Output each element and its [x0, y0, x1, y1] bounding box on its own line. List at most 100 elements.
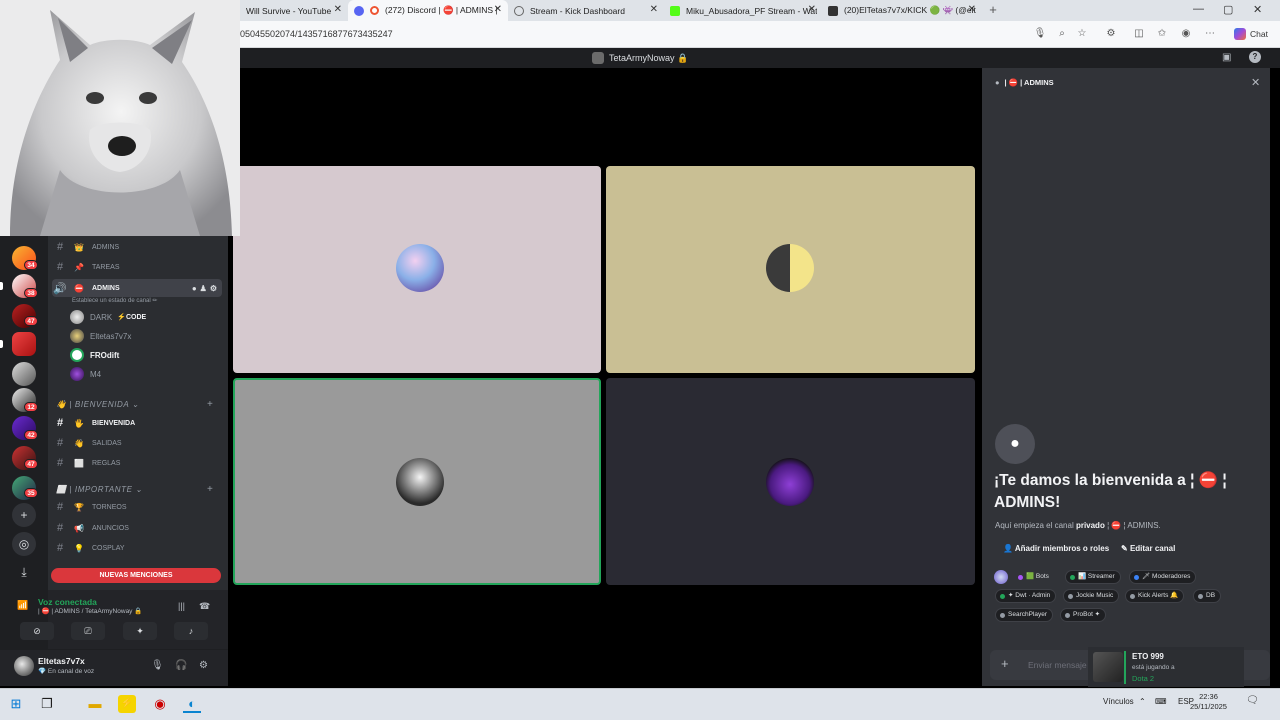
category-bienvenida[interactable]: 👋 | BIENVENIDA ⌄	[56, 400, 139, 409]
role-chip[interactable]: 🟩 Bots	[1014, 570, 1054, 584]
user-name[interactable]: Eltetas7v7x	[38, 656, 85, 666]
soundboard-button[interactable]: ♪	[174, 622, 208, 640]
channel-bienvenida[interactable]: # 🖐 BIENVENIDA	[52, 414, 222, 432]
channel-name: TAREAS	[92, 263, 120, 271]
zoom-icon[interactable]: ⌕	[1055, 27, 1069, 41]
signal-icon[interactable]: 📶	[17, 600, 28, 611]
settings-gear-icon[interactable]: ⚙	[210, 284, 217, 293]
role-color-dot	[1070, 574, 1075, 580]
links-toolbar[interactable]: Vínculos	[1103, 697, 1134, 706]
close-tab-icon[interactable]: ✕	[968, 4, 976, 15]
close-tab-icon[interactable]: ✕	[494, 4, 502, 15]
video-tile[interactable]	[606, 378, 975, 585]
tab-kick-dashboard[interactable]: Stream - Kick Dashboard ✕	[508, 0, 664, 21]
voice-connected-title[interactable]: Voz conectada	[38, 597, 97, 607]
add-server-icon[interactable]: +	[12, 503, 36, 527]
server-icon[interactable]	[12, 362, 36, 386]
keyboard-icon[interactable]: ⌨	[1155, 697, 1167, 706]
download-icon[interactable]: ⤓	[12, 560, 36, 584]
tab-label: Will Survive - YouTube	[246, 5, 332, 16]
voice-channel-admins[interactable]: 🔊 ⛔ ADMINS ● ♟ ⚙	[52, 279, 222, 297]
invite-icon[interactable]: ♟	[200, 284, 207, 293]
favorite-star-icon[interactable]: ☆	[1075, 27, 1089, 41]
more-options-icon[interactable]: ⋯	[1203, 27, 1217, 41]
role-chip[interactable]: ProBot ✦	[1060, 608, 1107, 622]
windows-start-icon[interactable]: ⊞	[7, 695, 25, 713]
close-tab-icon[interactable]: ✕	[808, 4, 816, 15]
close-tab-icon[interactable]: ✕	[650, 4, 658, 15]
role-chip[interactable]: Jockie Music	[1063, 589, 1120, 603]
channel-reglas[interactable]: # ⬜ REGLAS	[52, 454, 222, 472]
tab-youtube[interactable]: Will Survive - YouTube ✕	[240, 0, 348, 21]
favorites-icon[interactable]: ✩	[1155, 27, 1169, 41]
new-tab-icon[interactable]: +	[986, 3, 1000, 17]
channel-cosplay[interactable]: # 💡 COSPLAY	[52, 539, 222, 557]
channel-admins-text[interactable]: # 👑 ADMINS	[52, 238, 222, 256]
notifications-icon[interactable]: 🗨	[1246, 695, 1259, 706]
camera-off-button[interactable]: ⊘	[20, 622, 54, 640]
minimize-icon[interactable]: —	[1193, 3, 1204, 15]
role-chip[interactable]: Kick Alerts 🔔	[1125, 589, 1185, 603]
microphone-icon[interactable]: 🎙	[1033, 27, 1047, 41]
voice-user[interactable]: FROdift	[70, 347, 119, 363]
video-tile-speaking[interactable]	[233, 378, 601, 585]
microphone-icon[interactable]: 🎙	[151, 660, 164, 671]
sticky-app-icon[interactable]: ⚡	[118, 695, 136, 713]
channel-status[interactable]: Establece un estado de canal ✏	[72, 297, 157, 304]
screen-share-button[interactable]: ⎚	[71, 622, 105, 640]
avatar	[70, 310, 84, 324]
explore-icon[interactable]: ◎	[12, 532, 36, 556]
role-chip[interactable]: DB	[1193, 589, 1222, 603]
edge-browser-icon[interactable]: ◐	[183, 695, 201, 713]
address-bar[interactable]: 05045502074/1435716877673435247	[240, 29, 393, 39]
headphones-icon[interactable]: 🎧	[175, 660, 187, 671]
voice-user[interactable]: Eltetas7v7x	[70, 328, 131, 344]
role-chip[interactable]: ✦ Dwt · Admin	[995, 589, 1057, 603]
split-screen-icon[interactable]: ◫	[1132, 27, 1146, 41]
role-chip[interactable]: SearchPlayer	[995, 608, 1054, 622]
copilot-chat-button[interactable]: Chat	[1234, 28, 1268, 40]
category-importante[interactable]: ⬜ | IMPORTANTE ⌄	[56, 485, 143, 494]
inbox-icon[interactable]: ▣	[1222, 52, 1231, 63]
disconnect-icon[interactable]: ☎	[199, 601, 210, 612]
profile-icon[interactable]: ◉	[1179, 27, 1193, 41]
obs-icon[interactable]: ◉	[151, 695, 169, 713]
voice-user[interactable]: M4	[70, 366, 101, 382]
tab-discord[interactable]: (272) Discord | ⛔ | ADMINS | ✕	[348, 0, 508, 21]
channel-tareas[interactable]: # 📌 TAREAS	[52, 258, 222, 276]
help-icon[interactable]: ?	[1249, 51, 1261, 63]
tray-expand-icon[interactable]: ⌃	[1139, 697, 1146, 706]
role-chip[interactable]: 📊 Streamer	[1065, 570, 1121, 584]
video-tile[interactable]	[606, 166, 975, 373]
user-avatar[interactable]	[14, 656, 34, 676]
file-explorer-icon[interactable]: ▬	[86, 695, 104, 713]
attach-plus-icon[interactable]: +	[1001, 656, 1009, 671]
channel-salidas[interactable]: # 👋 SALIDAS	[52, 434, 222, 452]
user-settings-gear-icon[interactable]: ⚙	[199, 660, 208, 671]
noise-suppression-icon[interactable]: |||	[178, 601, 185, 611]
role-chip[interactable]: 🗡 Moderadores	[1129, 570, 1197, 584]
tab-tiktok[interactable]: (20)ElTetas7v7x/KICK 🟢 👾 (@elt ✕	[822, 0, 982, 21]
voice-user[interactable]: DARK ⚡CODE	[70, 309, 146, 325]
system-clock[interactable]: 22:36 25/11/2025	[1190, 692, 1227, 712]
video-tile[interactable]	[233, 166, 601, 373]
channel-anuncios[interactable]: # 📢 ANUNCIOS	[52, 519, 222, 537]
tab-kick-stream[interactable]: Miku_Abusadora_PF Stream - Wat ✕	[664, 0, 822, 21]
server-icon[interactable]	[12, 332, 36, 356]
new-mentions-button[interactable]: NUEVAS MENCIONES	[51, 568, 221, 583]
user-panel	[0, 650, 228, 686]
activities-button[interactable]: ✦	[123, 622, 157, 640]
add-channel-icon[interactable]: +	[207, 484, 213, 495]
add-channel-icon[interactable]: +	[207, 399, 213, 410]
close-tab-icon[interactable]: ✕	[334, 4, 342, 15]
maximize-icon[interactable]: ▢	[1223, 3, 1233, 16]
voice-connected-channel[interactable]: | ⛔ | ADMINS / TetaArmyNoway 🔒	[38, 607, 142, 615]
close-window-icon[interactable]: ✕	[1253, 3, 1262, 16]
task-view-icon[interactable]: ❐	[38, 695, 56, 713]
channel-torneos[interactable]: # 🏆 TORNEOS	[52, 498, 222, 516]
extensions-icon[interactable]: ⚙	[1104, 27, 1118, 41]
chat-bubble-icon[interactable]: ●	[192, 284, 197, 293]
close-icon[interactable]: ✕	[1251, 76, 1260, 89]
add-members-button[interactable]: 👤 Añadir miembros o roles	[1003, 544, 1109, 553]
edit-channel-button[interactable]: ✎ Editar canal	[1121, 544, 1175, 553]
